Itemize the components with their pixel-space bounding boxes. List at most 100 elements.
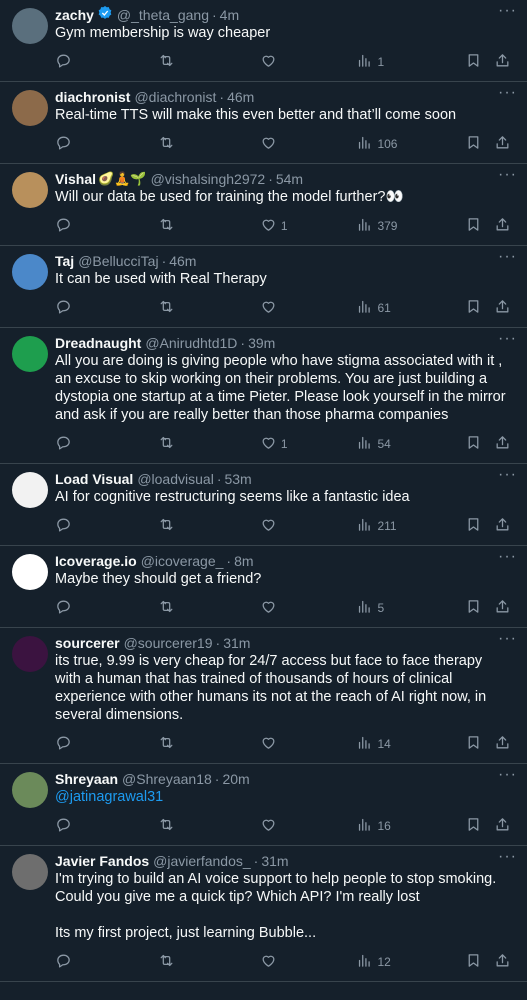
bookmark-button[interactable]: [465, 816, 494, 836]
reply-button[interactable]: [55, 516, 158, 536]
user-handle[interactable]: @icoverage_: [141, 552, 224, 570]
views-button[interactable]: 1: [356, 52, 464, 72]
avatar[interactable]: [12, 8, 48, 44]
tweet[interactable]: Taj @BellucciTaj · 46m It can be used wi…: [0, 246, 527, 328]
user-handle[interactable]: @BellucciTaj: [78, 252, 158, 270]
reply-button[interactable]: [55, 298, 158, 318]
display-name[interactable]: Vishal: [55, 170, 96, 188]
more-options-icon[interactable]: ···: [498, 330, 517, 348]
reply-button[interactable]: [55, 216, 158, 236]
like-button[interactable]: [260, 598, 357, 618]
display-name[interactable]: diachronist: [55, 88, 130, 106]
bookmark-button[interactable]: [465, 52, 494, 72]
timestamp[interactable]: 46m: [227, 88, 254, 106]
more-options-icon[interactable]: ···: [498, 248, 517, 266]
bookmark-button[interactable]: [465, 598, 494, 618]
timestamp[interactable]: 31m: [223, 634, 250, 652]
views-button[interactable]: 211: [356, 516, 464, 536]
retweet-button[interactable]: [158, 516, 259, 536]
bookmark-button[interactable]: [465, 216, 494, 236]
user-handle[interactable]: @Shreyaan18: [122, 770, 212, 788]
timestamp[interactable]: 39m: [248, 334, 275, 352]
tweet[interactable]: sourcerer @sourcerer19 · 31m its true, 9…: [0, 628, 527, 764]
user-handle[interactable]: @_theta_gang: [117, 6, 209, 24]
more-options-icon[interactable]: ···: [498, 2, 517, 20]
avatar[interactable]: [12, 472, 48, 508]
tweet[interactable]: Load Visual @loadvisual · 53m AI for cog…: [0, 464, 527, 546]
retweet-button[interactable]: [158, 52, 259, 72]
user-handle[interactable]: @Anirudhtd1D: [145, 334, 237, 352]
views-button[interactable]: 61: [356, 298, 464, 318]
display-name[interactable]: Taj: [55, 252, 74, 270]
display-name[interactable]: Shreyaan: [55, 770, 118, 788]
more-options-icon[interactable]: ···: [498, 548, 517, 566]
bookmark-button[interactable]: [465, 734, 494, 754]
display-name[interactable]: sourcerer: [55, 634, 120, 652]
share-button[interactable]: [494, 734, 511, 754]
more-options-icon[interactable]: ···: [498, 766, 517, 784]
share-button[interactable]: [494, 434, 511, 454]
like-button[interactable]: 1: [260, 216, 357, 236]
reply-button[interactable]: [55, 598, 158, 618]
views-button[interactable]: 54: [356, 434, 464, 454]
tweet[interactable]: Javier Fandos @javierfandos_ · 31m I'm t…: [0, 846, 527, 982]
mention-text[interactable]: @jatinagrawal31: [55, 789, 163, 805]
user-handle[interactable]: @vishalsingh2972: [151, 170, 266, 188]
avatar[interactable]: [12, 636, 48, 672]
retweet-button[interactable]: [158, 734, 259, 754]
mention-link[interactable]: @jatinagrawal31: [55, 788, 511, 806]
like-button[interactable]: [260, 734, 357, 754]
timestamp[interactable]: 46m: [169, 252, 196, 270]
reply-button[interactable]: [55, 434, 158, 454]
like-button[interactable]: [260, 134, 357, 154]
bookmark-button[interactable]: [465, 952, 494, 972]
timestamp[interactable]: 54m: [276, 170, 303, 188]
like-button[interactable]: 1: [260, 434, 357, 454]
more-options-icon[interactable]: ···: [498, 848, 517, 866]
avatar[interactable]: [12, 772, 48, 808]
tweet[interactable]: Icoverage.io @icoverage_ · 8m Maybe they…: [0, 546, 527, 628]
like-button[interactable]: [260, 298, 357, 318]
bookmark-button[interactable]: [465, 298, 494, 318]
display-name[interactable]: Dreadnaught: [55, 334, 141, 352]
retweet-button[interactable]: [158, 434, 259, 454]
retweet-button[interactable]: [158, 816, 259, 836]
share-button[interactable]: [494, 516, 511, 536]
user-handle[interactable]: @sourcerer19: [124, 634, 213, 652]
bookmark-button[interactable]: [465, 434, 494, 454]
views-button[interactable]: 106: [356, 134, 464, 154]
display-name[interactable]: Load Visual: [55, 470, 133, 488]
views-button[interactable]: 379: [356, 216, 464, 236]
timestamp[interactable]: 4m: [220, 6, 239, 24]
tweet[interactable]: Vishal 🥑🧘🌱 @vishalsingh2972 · 54m Will o…: [0, 164, 527, 246]
tweet[interactable]: Shreyaan @Shreyaan18 · 20m @jatinagrawal…: [0, 764, 527, 846]
reply-button[interactable]: [55, 734, 158, 754]
timestamp[interactable]: 20m: [222, 770, 249, 788]
user-handle[interactable]: @javierfandos_: [153, 852, 251, 870]
more-options-icon[interactable]: ···: [498, 84, 517, 102]
avatar[interactable]: [12, 90, 48, 126]
tweet[interactable]: zachy @_theta_gang · 4m Gym membership i…: [0, 0, 527, 82]
more-options-icon[interactable]: ···: [498, 166, 517, 184]
like-button[interactable]: [260, 816, 357, 836]
avatar[interactable]: [12, 554, 48, 590]
timestamp[interactable]: 31m: [261, 852, 288, 870]
avatar[interactable]: [12, 854, 48, 890]
share-button[interactable]: [494, 952, 511, 972]
share-button[interactable]: [494, 52, 511, 72]
bookmark-button[interactable]: [465, 516, 494, 536]
share-button[interactable]: [494, 298, 511, 318]
display-name[interactable]: zachy: [55, 6, 94, 24]
views-button[interactable]: 5: [356, 598, 464, 618]
timestamp[interactable]: 53m: [224, 470, 251, 488]
share-button[interactable]: [494, 134, 511, 154]
tweet[interactable]: diachronist @diachronist · 46m Real-time…: [0, 82, 527, 164]
display-name[interactable]: Javier Fandos: [55, 852, 149, 870]
share-button[interactable]: [494, 598, 511, 618]
retweet-button[interactable]: [158, 216, 259, 236]
retweet-button[interactable]: [158, 952, 259, 972]
more-options-icon[interactable]: ···: [498, 466, 517, 484]
reply-button[interactable]: [55, 134, 158, 154]
reply-button[interactable]: [55, 52, 158, 72]
avatar[interactable]: [12, 254, 48, 290]
